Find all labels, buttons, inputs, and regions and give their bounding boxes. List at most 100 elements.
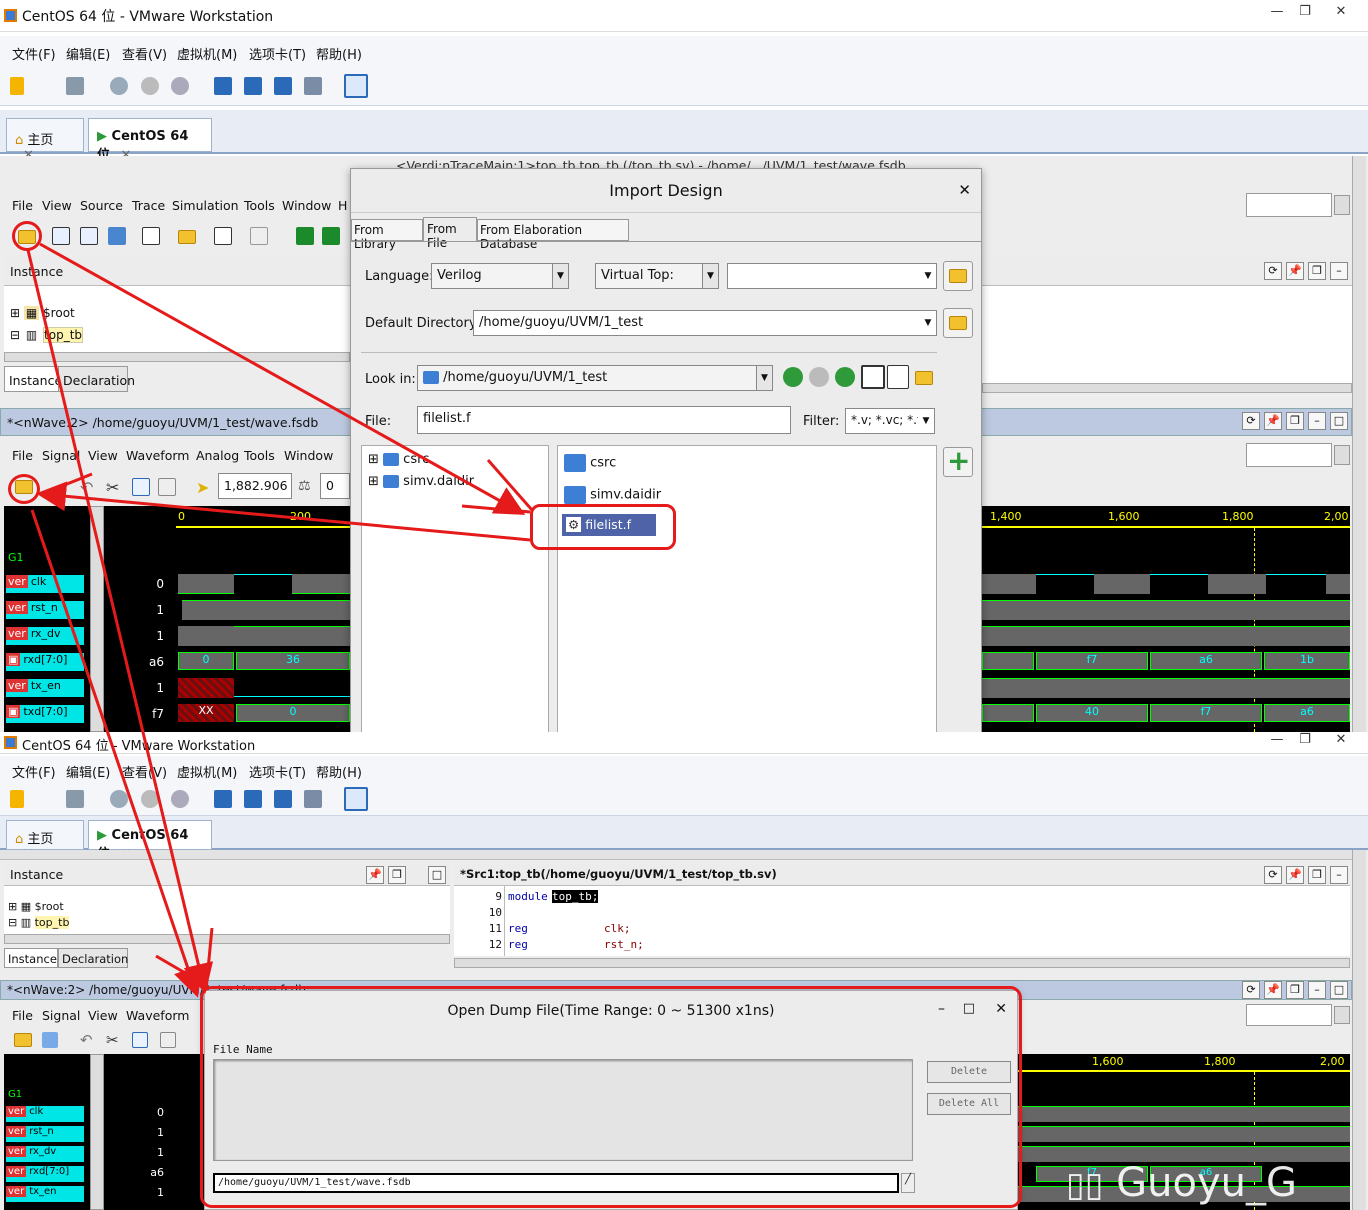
pause-icon[interactable] bbox=[10, 790, 24, 808]
nwave-dock-icon[interactable]: ❐ bbox=[1286, 981, 1304, 999]
nwave-menu-tools[interactable]: Tools bbox=[244, 448, 275, 463]
copy-icon[interactable] bbox=[132, 1032, 148, 1048]
nwave-menu-signal[interactable]: Signal bbox=[42, 448, 80, 463]
close-icon[interactable]: ✕ bbox=[1330, 4, 1352, 22]
panel-minimize-icon[interactable]: – bbox=[1330, 262, 1348, 280]
minimize-icon[interactable]: — bbox=[1266, 732, 1288, 750]
unity-icon[interactable] bbox=[304, 77, 322, 95]
reload-icon[interactable] bbox=[42, 1032, 58, 1048]
nwave-refresh-icon[interactable]: ⟳ bbox=[1242, 981, 1260, 999]
signal-name-clk[interactable]: ver clk bbox=[6, 1106, 84, 1122]
revert-icon[interactable] bbox=[141, 77, 159, 95]
file-item-csrc[interactable]: csrc bbox=[564, 454, 616, 472]
menu-edit[interactable]: 编辑(E) bbox=[66, 762, 110, 781]
pause-icon[interactable] bbox=[10, 77, 24, 95]
paste-icon[interactable] bbox=[160, 1032, 176, 1048]
signal-name-tx-en[interactable]: ver tx_en bbox=[6, 1186, 84, 1202]
close-icon[interactable]: ✕ bbox=[1330, 732, 1352, 750]
weight-icon[interactable]: ⚖ bbox=[298, 478, 316, 496]
folder-icon[interactable] bbox=[178, 230, 196, 244]
menu-tabs[interactable]: 选项卡(T) bbox=[249, 762, 306, 781]
copy-icon[interactable] bbox=[132, 478, 150, 496]
verdi-search-input[interactable] bbox=[1246, 193, 1332, 217]
language-select[interactable]: Verilog ▼ bbox=[431, 263, 569, 289]
nwave-maximize-icon[interactable]: □ bbox=[1330, 412, 1348, 430]
nwave-menu-view[interactable]: View bbox=[88, 448, 118, 463]
virtual-top-input[interactable]: ▼ bbox=[727, 263, 937, 289]
tab-centos[interactable]: ▶ CentOS 64 位 ✕ bbox=[88, 118, 212, 163]
default-dir-input[interactable]: /home/guoyu/UVM/1_test ▼ bbox=[473, 310, 937, 336]
restore-icon[interactable]: ❐ bbox=[1294, 4, 1316, 22]
nwave-search-input[interactable] bbox=[1246, 443, 1332, 467]
stretch-icon[interactable] bbox=[344, 787, 368, 811]
manage-snapshot-icon[interactable] bbox=[171, 790, 189, 808]
menu-edit[interactable]: 编辑(E) bbox=[66, 44, 110, 63]
tree-item-top-tb[interactable]: ⊟ ▥ top_tb bbox=[10, 327, 84, 343]
menu-view[interactable]: 查看(V) bbox=[122, 762, 167, 781]
nwave-menu-waveform[interactable]: Waveform bbox=[126, 448, 189, 463]
panel-refresh-icon[interactable]: ⟳ bbox=[1264, 866, 1282, 884]
signal-name-txd[interactable]: ▣ txd[7:0] bbox=[6, 705, 84, 723]
tab-home[interactable]: ⌂ 主页 ✕ bbox=[6, 118, 84, 163]
menu-vm[interactable]: 虚拟机(M) bbox=[177, 44, 237, 63]
vm-vscrollbar[interactable] bbox=[1352, 156, 1366, 734]
tab-declaration[interactable]: Declaration bbox=[58, 948, 128, 968]
dock-icon[interactable]: ❐ bbox=[1308, 262, 1326, 280]
source-hscrollbar[interactable] bbox=[982, 383, 1352, 393]
panel-refresh-icon[interactable]: ⟳ bbox=[1264, 262, 1282, 280]
signal-name-rxd[interactable]: ▣ rxd[7:0] bbox=[6, 653, 84, 671]
new-folder-icon[interactable] bbox=[915, 371, 933, 385]
nwave-menu-signal[interactable]: Signal bbox=[42, 1008, 80, 1023]
doc-icon[interactable] bbox=[142, 227, 160, 245]
dir-tree-item[interactable]: ⊞ simv.daidir bbox=[368, 474, 474, 489]
menu-vm[interactable]: 虚拟机(M) bbox=[177, 762, 237, 781]
dialog-close-icon[interactable]: ✕ bbox=[958, 181, 971, 199]
pin-icon[interactable]: 📌 bbox=[1286, 866, 1304, 884]
panel-minimize-icon[interactable]: – bbox=[1330, 866, 1348, 884]
dock-icon[interactable]: ❐ bbox=[1308, 866, 1326, 884]
network-icon[interactable] bbox=[66, 790, 84, 808]
minimize-icon[interactable]: — bbox=[1266, 4, 1288, 22]
default-dir-browse-button[interactable] bbox=[943, 308, 973, 338]
verdi-menu-trace[interactable]: Trace bbox=[132, 198, 165, 213]
tab-instance[interactable]: Instance bbox=[4, 366, 62, 392]
hierarchy-icon[interactable] bbox=[108, 227, 126, 245]
nwave-menu-waveform[interactable]: Waveform bbox=[126, 1008, 189, 1023]
filter-select[interactable]: *.v; *.vc; *.f ▼ bbox=[845, 408, 935, 434]
list-view-icon[interactable] bbox=[887, 365, 909, 389]
sidebar-icon[interactable] bbox=[214, 77, 232, 95]
verdi-search-icon[interactable] bbox=[1334, 195, 1350, 215]
nwave-dock-icon[interactable]: ❐ bbox=[1286, 412, 1304, 430]
back-icon[interactable] bbox=[783, 367, 803, 387]
nwave-menu-view[interactable]: View bbox=[88, 1008, 118, 1023]
forward-icon[interactable] bbox=[809, 367, 829, 387]
console-icon[interactable] bbox=[244, 77, 262, 95]
look-in-select[interactable]: /home/guoyu/UVM/1_test ▼ bbox=[417, 365, 773, 391]
nwave-minimize-icon[interactable]: – bbox=[1308, 412, 1326, 430]
file-name-input[interactable]: filelist.f bbox=[417, 406, 791, 434]
open-dump-icon[interactable] bbox=[14, 1033, 32, 1047]
verdi-menu-help[interactable]: H bbox=[338, 198, 347, 213]
pin-icon[interactable]: 📌 bbox=[366, 866, 384, 884]
tab-home[interactable]: ⌂ 主页 ✕ bbox=[6, 820, 84, 862]
virtual-top-browse-button[interactable] bbox=[943, 261, 973, 291]
menu-file[interactable]: 文件(F) bbox=[12, 762, 56, 781]
snapshot-icon[interactable] bbox=[110, 77, 128, 95]
trace-driver-icon[interactable] bbox=[322, 227, 340, 245]
fullscreen-icon[interactable] bbox=[274, 790, 292, 808]
schematic-icon[interactable] bbox=[52, 227, 70, 245]
edit-icon[interactable] bbox=[214, 227, 232, 245]
up-folder-icon[interactable] bbox=[835, 367, 855, 387]
signal-name-rst-n[interactable]: ver rst_n bbox=[6, 601, 84, 619]
console-icon[interactable] bbox=[244, 790, 262, 808]
manage-snapshot-icon[interactable] bbox=[171, 77, 189, 95]
panel-maximize-icon[interactable]: □ bbox=[428, 866, 446, 884]
menu-help[interactable]: 帮助(H) bbox=[316, 44, 362, 63]
paste-icon[interactable] bbox=[158, 478, 176, 496]
stretch-icon[interactable] bbox=[344, 74, 368, 98]
tab-from-library[interactable]: From Library bbox=[351, 219, 423, 251]
signal-name-rxd[interactable]: ver rxd[7:0] bbox=[6, 1166, 84, 1182]
block-icon[interactable] bbox=[80, 227, 98, 245]
nwave-refresh-icon[interactable]: ⟳ bbox=[1242, 412, 1260, 430]
icon-view-icon[interactable] bbox=[861, 365, 885, 389]
